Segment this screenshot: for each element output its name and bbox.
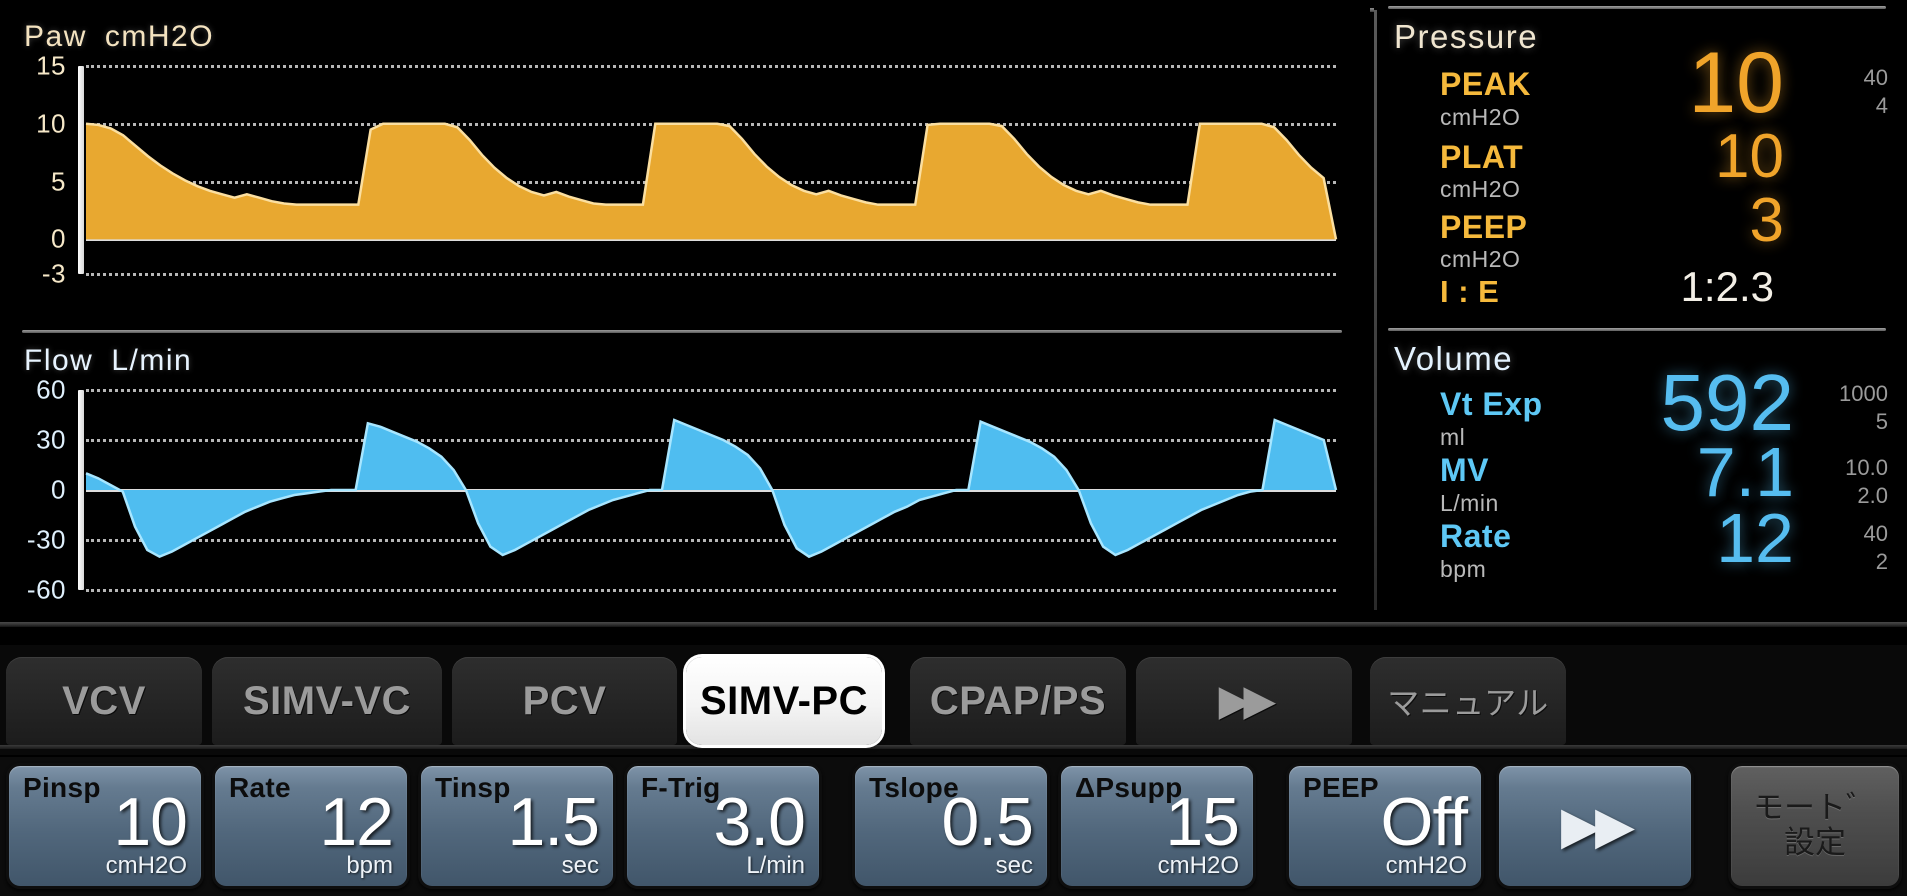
waveform-region: Paw cmH2O 15 10 5 0 -3 (0, 0, 1370, 622)
mode-tab--[interactable]: ▶▶ (1136, 657, 1352, 745)
numeric-row-ie[interactable]: I : E 1:2.3 (1382, 6, 1902, 328)
param-button-pinsp[interactable]: Pinsp 10cmH2O (6, 763, 204, 889)
param-unit-tinsp: sec (562, 852, 599, 880)
param-value-pinsp: 10 (113, 788, 187, 856)
param-button-psupp[interactable]: ΔPsupp15cmH2O (1058, 763, 1256, 889)
rate-limit-high: 40 (1864, 520, 1888, 548)
mode-tab-cpap-ps[interactable]: CPAP/PS (910, 657, 1126, 745)
mode-tab-pcv[interactable]: PCV (452, 657, 677, 745)
param-unit-ftrig: L/min (746, 852, 805, 880)
mode-tab-label: マニュアル (1387, 678, 1549, 724)
param-unit-psupp: cmH2O (1158, 852, 1239, 880)
param-value-psupp: 15 (1165, 788, 1239, 856)
paw-waveform-panel[interactable]: Paw cmH2O 15 10 5 0 -3 (0, 6, 1370, 318)
paw-title-unit: cmH2O (105, 20, 214, 53)
flow-title-unit: L/min (111, 344, 192, 377)
mode-tab-simv-pc[interactable]: SIMV-PC (686, 657, 882, 745)
flow-y-axis (78, 390, 84, 590)
param-value-tslope: 0.5 (941, 788, 1033, 856)
paw-title-label: Paw (24, 20, 87, 53)
mode-tab-bar: VCV SIMV-VC PCV SIMV-PC CPAP/PS ▶▶ マニュアル (0, 645, 1907, 755)
paw-ytick-1: 10 (36, 108, 66, 139)
flow-ytick-0: 60 (36, 375, 66, 406)
param-label-peep: PEEP (1303, 772, 1379, 804)
param-button-ftrig[interactable]: F-Trig3.0L/min (624, 763, 822, 889)
numeric-panel: Pressure PEAK cmH2O 10 40 4 PLAT cmH2O 1… (1374, 0, 1907, 622)
paw-y-axis (78, 66, 84, 274)
param-unit-tslope: sec (996, 852, 1033, 880)
mode-tab--[interactable]: マニュアル (1370, 657, 1566, 745)
param-label-ftrig: F-Trig (641, 772, 721, 804)
paw-ytick-2: 5 (51, 166, 66, 197)
param-button-tslope[interactable]: Tslope0.5sec (852, 763, 1050, 889)
paw-ytick-0: 15 (36, 51, 66, 82)
param-button-peep[interactable]: PEEPOffcmH2O (1286, 763, 1484, 889)
flow-ytick-2: 0 (51, 475, 66, 506)
ie-value: 1:2.3 (1681, 268, 1774, 307)
param-unit-pinsp: cmH2O (106, 852, 187, 880)
fast-forward-icon: ▶▶ (1219, 678, 1269, 724)
paw-plot-area: 15 10 5 0 -3 (86, 66, 1336, 274)
rate-limit-low: 2 (1864, 548, 1888, 576)
param-value-tinsp: 1.5 (507, 788, 599, 856)
tab-underline (0, 745, 1907, 749)
mode-tab-label: SIMV-VC (243, 679, 411, 724)
flow-waveform-panel[interactable]: Flow L/min 60 30 0 -30 -60 (0, 330, 1370, 622)
param-value-peep: Off (1381, 788, 1467, 856)
param-value-ftrig: 3.0 (713, 788, 805, 856)
flow-panel-rule (22, 330, 1342, 333)
mode-settings-label-line2: 設定 (1784, 826, 1846, 861)
mode-tab-label: VCV (62, 679, 146, 724)
mode-tab-label: PCV (523, 679, 607, 724)
volume-block[interactable]: Volume Vt Exp ml 592 1000 5 MV L/min 7.1… (1382, 328, 1902, 620)
fast-forward-icon: ▶▶ (1561, 796, 1629, 856)
param-next-page-button[interactable]: ▶▶ (1496, 763, 1694, 889)
pressure-block[interactable]: Pressure PEAK cmH2O 10 40 4 PLAT cmH2O 1… (1382, 6, 1902, 328)
mode-tab-vcv[interactable]: VCV (6, 657, 202, 745)
param-button-tinsp[interactable]: Tinsp1.5sec (418, 763, 616, 889)
flow-ytick-1: 30 (36, 425, 66, 456)
rate-label: Rate (1440, 518, 1511, 555)
ventilator-screen: Paw cmH2O 15 10 5 0 -3 (0, 0, 1907, 896)
rate-unit: bpm (1440, 556, 1486, 583)
flow-title-label: Flow (24, 344, 93, 377)
rate-limits: 40 2 (1864, 520, 1888, 575)
flow-ytick-4: -60 (27, 575, 66, 606)
ie-label: I : E (1440, 274, 1499, 310)
parameter-button-bar: Pinsp10cmH2ORate12bpmTinsp1.5secF-Trig3.… (0, 757, 1907, 896)
paw-trace (86, 66, 1336, 274)
paw-ytick-4: -3 (42, 259, 66, 290)
mode-tab-label: SIMV-PC (700, 679, 868, 724)
numeric-panel-divider (1374, 10, 1377, 610)
param-label-pinsp: Pinsp (23, 772, 101, 804)
rate-value: 12 (1716, 506, 1794, 570)
param-label-tinsp: Tinsp (435, 772, 511, 804)
numeric-row-rate[interactable]: Rate bpm 12 40 2 (1382, 328, 1902, 620)
mode-tab-simv-vc[interactable]: SIMV-VC (212, 657, 442, 745)
paw-ytick-3: 0 (51, 224, 66, 255)
flow-title: Flow L/min (24, 344, 192, 378)
mode-settings-label-line1: モート゛ (1753, 791, 1877, 826)
param-unit-peep: cmH2O (1386, 852, 1467, 880)
param-unit-rate: bpm (346, 852, 393, 880)
flow-trace (86, 390, 1336, 590)
paw-title: Paw cmH2O (24, 20, 214, 54)
region-separator (0, 622, 1907, 627)
flow-plot-area: 60 30 0 -30 -60 (86, 390, 1336, 590)
mode-tab-label: CPAP/PS (930, 679, 1106, 724)
param-value-rate: 12 (319, 788, 393, 856)
param-label-rate: Rate (229, 772, 291, 804)
flow-ytick-3: -30 (27, 525, 66, 556)
mode-settings-button[interactable]: モート゛設定 (1728, 763, 1902, 889)
param-button-rate[interactable]: Rate 12bpm (212, 763, 410, 889)
